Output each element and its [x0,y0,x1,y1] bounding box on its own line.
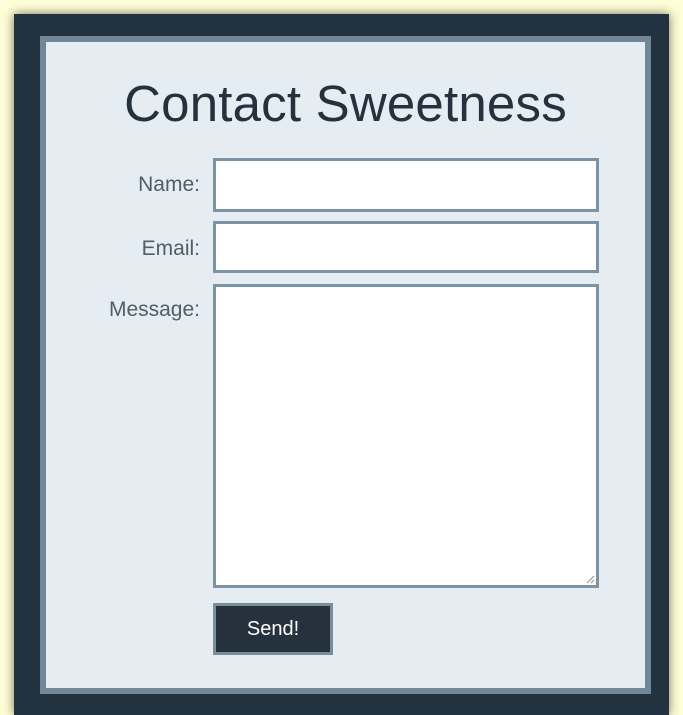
message-field[interactable] [213,284,599,588]
email-field[interactable] [213,221,599,273]
page-title: Contact Sweetness [124,75,567,132]
message-label: Message: [108,298,200,321]
resize-grip-icon[interactable] [585,574,595,584]
name-field[interactable] [213,158,599,212]
email-label: Email: [141,237,200,260]
send-button[interactable]: Send! [213,603,333,655]
name-label: Name: [138,173,200,196]
